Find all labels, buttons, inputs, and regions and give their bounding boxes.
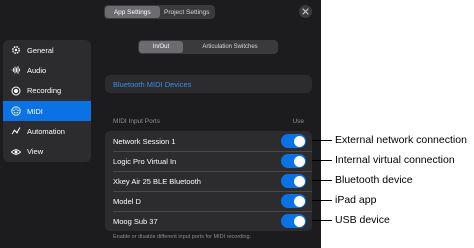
list-item: Xkey Air 25 BLE Bluetooth (105, 171, 312, 191)
settings-scope-segmented-control: App Settings Project Settings (104, 5, 215, 19)
close-icon (302, 8, 309, 15)
tab-app-settings[interactable]: App Settings (105, 6, 160, 18)
sidebar-item-label: View (27, 147, 44, 157)
ports-section-title: MIDI Input Ports (113, 117, 160, 125)
list-item: Model D (105, 191, 312, 211)
tab-articulation-switches[interactable]: Articulation Switches (183, 41, 277, 53)
port-name: Logic Pro Virtual In (113, 156, 177, 166)
callout-leader-line (312, 140, 332, 141)
midi-subtab-segmented-control: In/Out Articulation Switches (138, 40, 278, 54)
midi-icon (10, 106, 21, 117)
port-enable-toggle[interactable] (281, 174, 306, 188)
settings-sidebar: General Audio Recording MIDI Automation (3, 40, 91, 162)
sidebar-item-general[interactable]: General (3, 40, 91, 60)
port-enable-toggle[interactable] (281, 134, 306, 148)
port-name: Moog Sub 37 (113, 216, 158, 226)
list-item: Logic Pro Virtual In (105, 151, 312, 171)
callout-leader-line (312, 180, 332, 181)
sidebar-item-recording[interactable]: Recording (3, 81, 91, 101)
gear-icon (10, 45, 21, 56)
port-enable-toggle[interactable] (281, 194, 306, 208)
toggle-knob (293, 175, 305, 187)
sidebar-item-midi[interactable]: MIDI (3, 100, 91, 122)
use-column-label: Use (292, 117, 304, 125)
record-icon (10, 85, 21, 96)
toggle-knob (293, 215, 305, 227)
toggle-knob (293, 135, 305, 147)
callout-ipad-app: iPad app (335, 194, 377, 206)
port-enable-toggle[interactable] (281, 214, 306, 228)
ports-section-header: MIDI Input Ports Use (105, 112, 312, 130)
midi-input-ports-list: Network Session 1 Logic Pro Virtual In X… (105, 131, 312, 231)
list-item: Network Session 1 (105, 131, 312, 151)
bluetooth-midi-devices-link[interactable]: Bluetooth MIDI Devices (105, 75, 312, 93)
port-name: Xkey Air 25 BLE Bluetooth (113, 176, 201, 186)
sidebar-item-label: MIDI (27, 106, 43, 116)
ports-footer-note: Enable or disable different input ports … (113, 234, 252, 240)
tab-project-settings[interactable]: Project Settings (160, 6, 215, 18)
sidebar-item-view[interactable]: View (3, 141, 91, 161)
callout-leader-line (312, 160, 332, 161)
callout-external-network: External network connection (335, 134, 467, 146)
automation-icon (10, 126, 21, 137)
sidebar-item-automation[interactable]: Automation (3, 121, 91, 141)
eye-icon (10, 146, 21, 157)
callout-leader-line (312, 220, 332, 221)
callout-bluetooth-device: Bluetooth device (335, 174, 413, 186)
callout-internal-virtual: Internal virtual connection (335, 154, 455, 166)
waveform-icon (10, 65, 21, 76)
list-item: Moog Sub 37 (105, 211, 312, 231)
settings-panel: App Settings Project Settings General Au… (0, 0, 321, 248)
port-enable-toggle[interactable] (281, 154, 306, 168)
toggle-knob (293, 195, 305, 207)
sidebar-item-label: Audio (27, 65, 47, 75)
sidebar-item-label: Automation (27, 126, 65, 136)
port-name: Network Session 1 (113, 136, 176, 146)
toggle-knob (293, 155, 305, 167)
sidebar-item-label: General (27, 45, 54, 55)
sidebar-item-label: Recording (27, 86, 62, 96)
port-name: Model D (113, 196, 141, 206)
callout-usb-device: USB device (335, 214, 390, 226)
tab-in-out[interactable]: In/Out (139, 41, 183, 53)
callout-leader-line (312, 200, 332, 201)
sidebar-item-audio[interactable]: Audio (3, 60, 91, 80)
close-button[interactable] (299, 5, 312, 18)
